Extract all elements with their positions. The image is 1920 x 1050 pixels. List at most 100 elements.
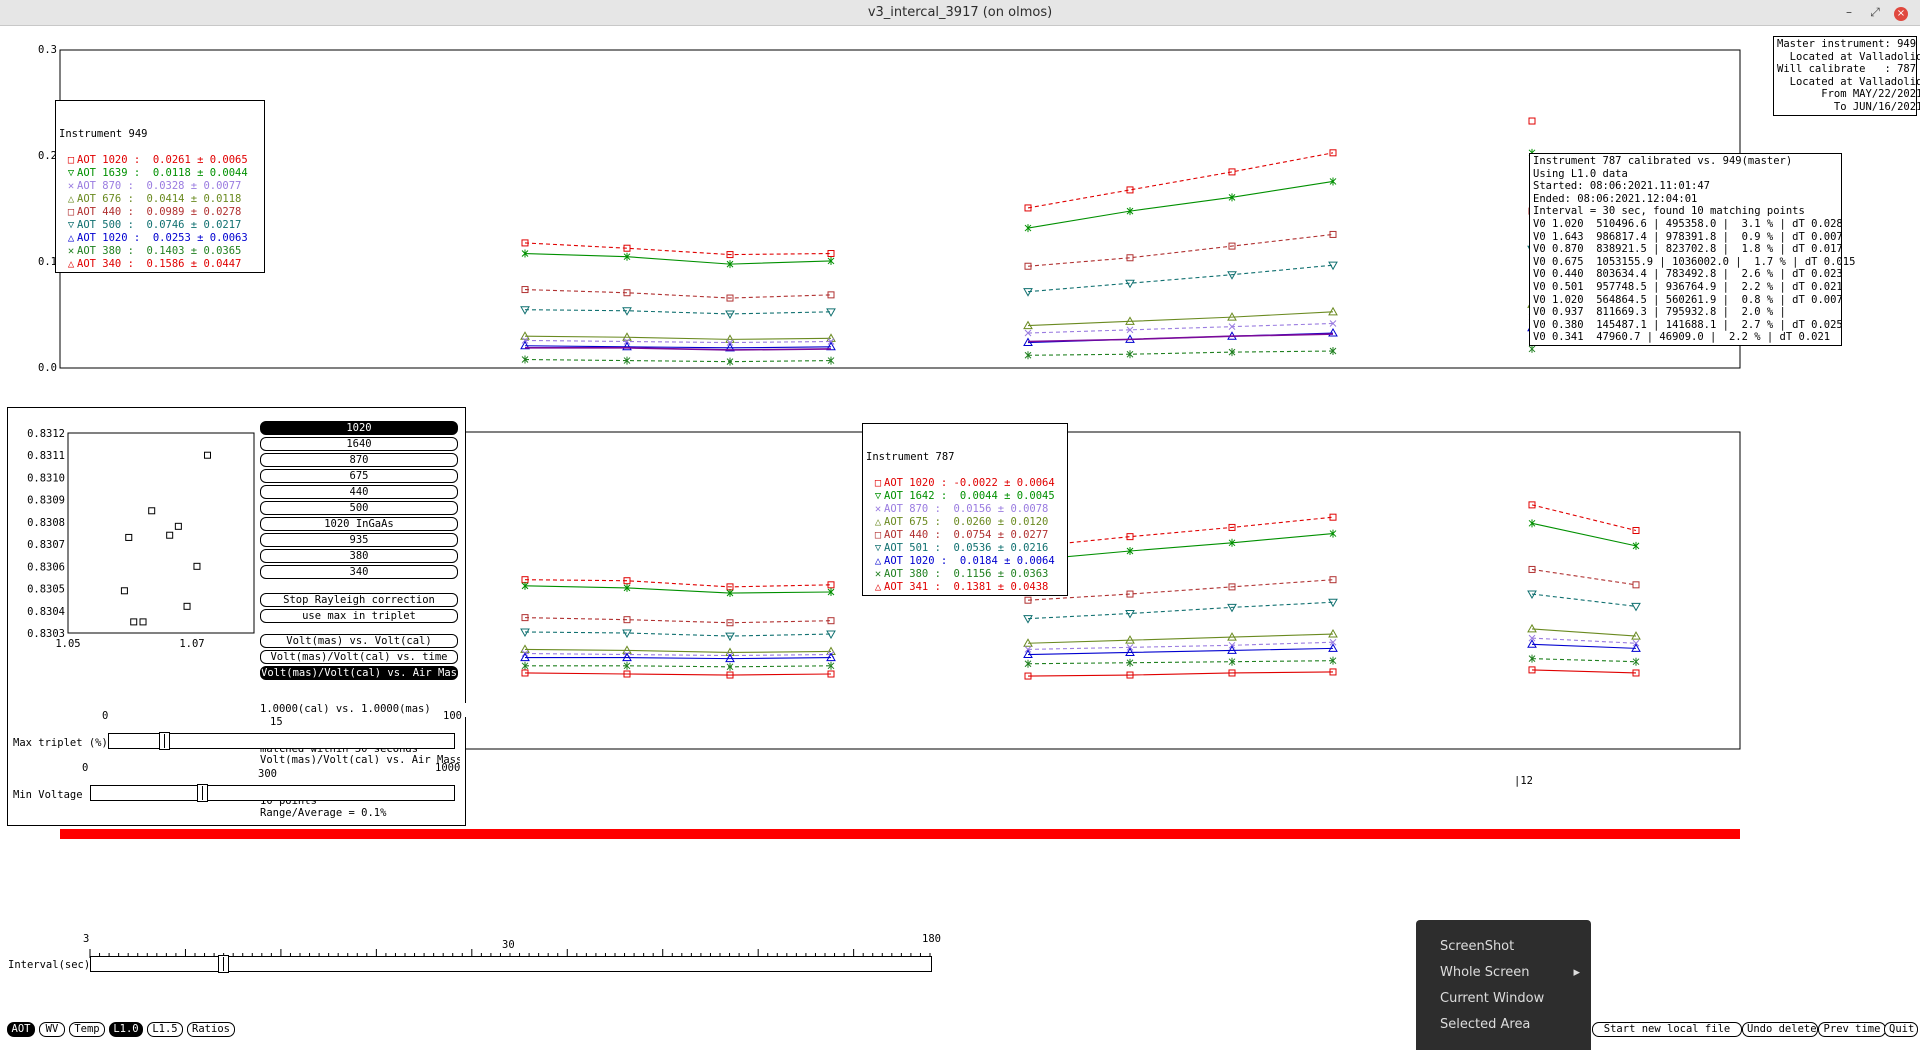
series-line [1027, 633, 1334, 644]
legend-value: 0.0156 ± 0.0078 [940, 503, 1049, 515]
calibration-results: Instrument 787 calibrated vs. 949(master… [1529, 153, 1855, 346]
legend-label: AOT 500 : [77, 219, 134, 231]
legend-symbol-icon: △ [874, 555, 882, 567]
toggle-l15[interactable]: L1.5 [147, 1022, 183, 1037]
data-point[interactable] [1328, 328, 1338, 337]
menu-screenshot[interactable]: ScreenShot [1440, 936, 1580, 958]
legend-symbol-icon: □ [874, 477, 882, 489]
info-line: V0 0.341 47960.7 | 46909.0 | 2.2 % | dT … [1533, 331, 1831, 344]
wavelength-button[interactable]: 340 [260, 565, 458, 579]
wavelength-button[interactable]: 440 [260, 485, 458, 499]
legend-row: ▽ AOT 500 : 0.0746 ± 0.0217 [59, 219, 261, 232]
legend-symbol-icon: ✕ [67, 245, 75, 257]
series-line [1531, 628, 1637, 637]
series-line [524, 617, 832, 624]
data-point[interactable] [1328, 629, 1338, 638]
toggle-l10[interactable]: L1.0 [109, 1022, 143, 1037]
series-line [1531, 658, 1637, 663]
ratio-scatter-plot: 0.8312 0.8311 0.8310 0.8309 0.8308 0.8307 0.83… [27, 428, 255, 648]
legend-instrument-787: Instrument 787 □ AOT 1020 : -0.0022 ± 0.0… [862, 423, 1068, 596]
data-point[interactable] [1527, 623, 1537, 633]
legend-value: 0.0754 ± 0.0277 [940, 529, 1049, 541]
slider-max-label: 1000 [435, 762, 461, 774]
series-line [524, 585, 832, 594]
menu-whole-screen[interactable]: Whole Screen ▸ [1440, 962, 1580, 984]
data-point[interactable] [726, 357, 734, 366]
legend-title: Instrument 787 [866, 451, 955, 463]
data-point[interactable] [1528, 117, 1536, 125]
scatter-y-tick: 0.8307 [27, 539, 65, 551]
legend-value: 0.0261 ± 0.0065 [140, 154, 248, 166]
data-point[interactable] [1328, 643, 1338, 652]
info-line: From MAY/22/2021 [1777, 88, 1920, 101]
start-new-file-button[interactable]: Start new local file [1592, 1022, 1742, 1037]
legend-symbol-icon: □ [67, 206, 75, 218]
toggle-temp[interactable]: Temp [69, 1022, 105, 1037]
wavelength-button[interactable]: 935 [260, 533, 458, 547]
data-point[interactable] [1527, 639, 1537, 648]
max-triplet-slider[interactable] [108, 732, 455, 750]
scatter-point [148, 507, 156, 515]
menu-selected-area[interactable]: Selected Area [1440, 1014, 1580, 1036]
interval-slider-thumb[interactable] [217, 955, 229, 973]
menu-current-window[interactable]: Current Window [1440, 988, 1580, 1010]
legend-label: AOT 1020 : [884, 555, 948, 567]
wavelength-button[interactable]: 870 [260, 453, 458, 467]
quit-button[interactable]: Quit [1884, 1022, 1918, 1037]
legend-label: AOT 870 : [884, 503, 941, 515]
legend-value: 0.0989 ± 0.0278 [133, 206, 242, 218]
use-max-triplet-button[interactable]: use max in triplet [260, 609, 458, 623]
min-voltage-slider[interactable] [90, 784, 455, 802]
time-marker: |12 [1514, 775, 1533, 787]
data-point[interactable] [1023, 288, 1033, 297]
data-point[interactable] [1328, 306, 1338, 316]
undo-delete-button[interactable]: Undo delete [1742, 1022, 1818, 1037]
legend-label: AOT 675 : [884, 516, 941, 528]
wavelength-button[interactable]: 675 [260, 469, 458, 483]
wavelength-button[interactable]: 1020 InGaAs [260, 517, 458, 531]
wavelength-button[interactable]: 1640 [260, 437, 458, 451]
wavelength-button[interactable]: 380 [260, 549, 458, 563]
legend-value: 0.1586 ± 0.0447 [133, 258, 242, 270]
wavelength-button[interactable]: 500 [260, 501, 458, 515]
legend-row: △ AOT 340 : 0.1586 ± 0.0447 [59, 258, 261, 271]
ratio-vs-airmass-button[interactable]: Volt(mas)/Volt(cal) vs. Air Mass [260, 666, 458, 680]
max-triplet-slider-thumb[interactable] [159, 732, 171, 750]
toggle-aot[interactable]: AOT [7, 1022, 35, 1037]
interval-slider[interactable] [90, 955, 932, 973]
series-line [525, 665, 832, 668]
data-point[interactable] [1528, 344, 1536, 353]
series-line [1027, 647, 1334, 656]
legend-symbol-icon: ✕ [67, 180, 75, 192]
data-point[interactable] [1023, 615, 1033, 624]
legend-value: 0.0746 ± 0.0217 [133, 219, 242, 231]
data-point[interactable] [726, 662, 734, 671]
wavelength-button[interactable]: 1020 [260, 421, 458, 435]
volt-vs-volt-button[interactable]: Volt(mas) vs. Volt(cal) [260, 634, 458, 648]
legend-symbol-icon: □ [874, 529, 882, 541]
ratio-vs-time-button[interactable]: Volt(mas)/Volt(cal) vs. time [260, 650, 458, 664]
legend-symbol-icon: ▽ [874, 542, 882, 554]
series-line [524, 242, 832, 256]
min-voltage-slider-thumb[interactable] [196, 784, 208, 802]
stop-rayleigh-button[interactable]: Stop Rayleigh correction [260, 593, 458, 607]
time-selection-bar[interactable] [60, 829, 1740, 839]
legend-row: ✕ AOT 870 : 0.0328 ± 0.0077 [59, 180, 261, 193]
legend-label: AOT 676 : [77, 193, 134, 205]
prev-time-button[interactable]: Prev time [1818, 1022, 1886, 1037]
data-point[interactable] [1631, 602, 1641, 612]
legend-instrument-949: Instrument 949 □ AOT 1020 : 0.0261 ± 0.00… [55, 100, 265, 273]
toggle-wv[interactable]: WV [39, 1022, 65, 1037]
scatter-y-tick: 0.8308 [27, 517, 65, 529]
scatter-point [130, 618, 138, 626]
legend-symbol-icon: ✕ [874, 568, 882, 580]
legend-symbol-icon: ▽ [67, 219, 75, 231]
toggle-ratios[interactable]: Ratios [187, 1022, 235, 1037]
legend-row: □ AOT 440 : 0.0754 ± 0.0277 [866, 529, 1064, 542]
legend-row: □ AOT 1020 : -0.0022 ± 0.0064 [866, 477, 1064, 490]
max-triplet-label: Max triplet (%) [13, 737, 108, 749]
series-line [1027, 601, 1334, 620]
series-line [1531, 637, 1637, 644]
slider-value-label: 300 [258, 768, 277, 780]
scatter-y-tick: 0.8305 [27, 584, 65, 596]
